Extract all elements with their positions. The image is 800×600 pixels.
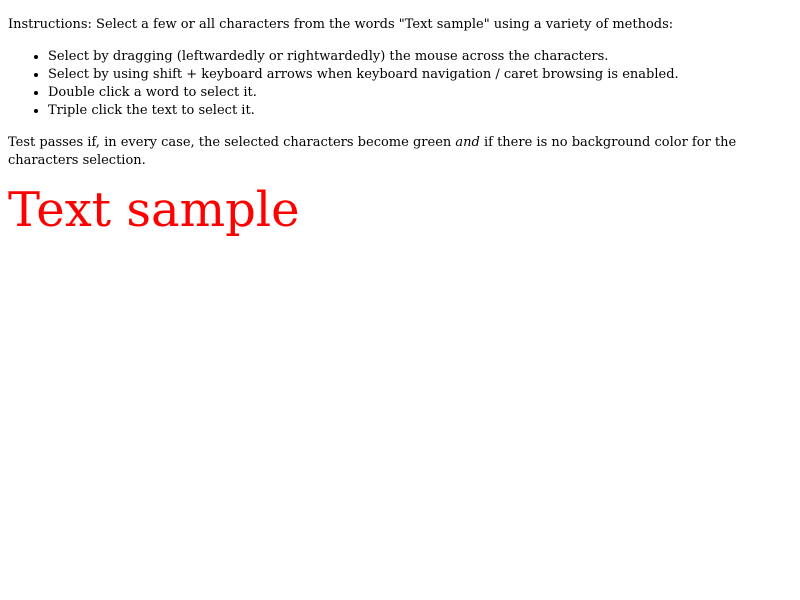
methods-list: Select by dragging (leftwardedly or righ… bbox=[8, 48, 792, 120]
list-item: Select by using shift + keyboard arrows … bbox=[48, 66, 792, 84]
pass-criteria-emphasis: and bbox=[455, 135, 480, 150]
list-item: Triple click the text to select it. bbox=[48, 102, 792, 120]
list-item: Double click a word to select it. bbox=[48, 84, 792, 102]
instructions-text: Instructions: Select a few or all charac… bbox=[8, 17, 674, 32]
pass-criteria-before: Test passes if, in every case, the selec… bbox=[8, 135, 456, 150]
pass-criteria-text: Test passes if, in every case, the selec… bbox=[8, 134, 788, 170]
list-item: Select by dragging (leftwardedly or righ… bbox=[48, 48, 792, 66]
text-sample[interactable]: Text sample bbox=[8, 180, 792, 240]
